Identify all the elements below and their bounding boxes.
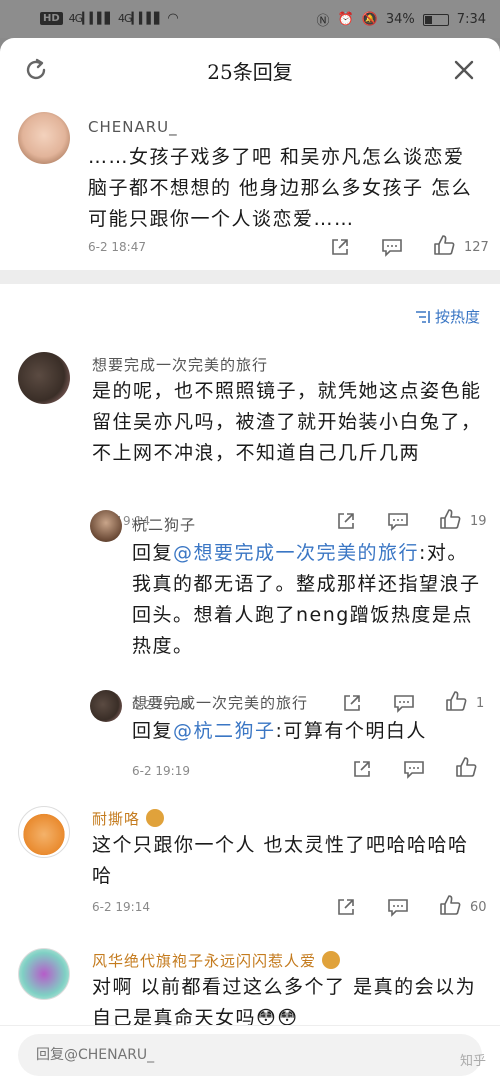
comment-text: ……女孩子戏多了吧 和吴亦凡怎么谈恋爱 脑子都不想想的 他身边那么多女孩子 怎么… [88, 146, 473, 230]
top-comment: CHENARU_ ……女孩子戏多了吧 和吴亦凡怎么谈恋爱 脑子都不想想的 他身边… [0, 100, 500, 270]
reply-button[interactable] [386, 896, 410, 918]
section-divider [0, 270, 500, 284]
mute-icon: 🔕 [361, 12, 378, 27]
thumbs-up-icon [440, 895, 461, 915]
sort-button[interactable]: 按热度 [415, 306, 480, 327]
comment-author[interactable]: 想要完成一次完美的旅行 [92, 354, 268, 375]
like-button[interactable] [432, 234, 456, 256]
crown-badge-icon [322, 951, 341, 969]
comment-author[interactable]: CHENARU_ [88, 118, 178, 136]
comment-author[interactable]: 杭二狗子 [132, 514, 196, 535]
mention-link[interactable]: @想要完成一次完美的旅行 [173, 542, 419, 564]
page-title: 25条回复 [207, 60, 293, 84]
reply-prefix: 回复 [132, 720, 174, 742]
wifi-icon: ◠ [167, 11, 179, 26]
sort-label: 按热度 [434, 308, 480, 326]
close-button[interactable] [448, 54, 480, 86]
close-icon [454, 60, 474, 80]
like-button[interactable] [438, 894, 462, 916]
thumbs-up-icon [456, 757, 477, 777]
avatar[interactable] [90, 510, 122, 542]
battery-fill [424, 15, 432, 24]
like-count: 60 [470, 900, 487, 915]
list-item: 想要完成一次完美的旅行 回复@杭二狗子:可算有个明白人 6-2 19:19 [0, 688, 500, 798]
avatar[interactable] [18, 352, 70, 404]
reply-bar: 知乎 [0, 1025, 500, 1083]
crown-badge-icon [146, 809, 165, 827]
author-name: 风华绝代旗袍子永远闪闪惹人爱 [92, 952, 317, 970]
comment-time: 6-2 19:14 [92, 900, 150, 914]
signal-icon: 4G▎▍▌▋ [68, 12, 113, 25]
nfc-icon: Ⓝ [316, 14, 330, 29]
status-left: HD 4G▎▍▌▋ 4G▎▍▌▋ ◠ [40, 11, 179, 26]
avatar[interactable] [90, 690, 122, 722]
avatar[interactable] [18, 112, 70, 164]
mention-link[interactable]: @杭二狗子 [173, 720, 276, 742]
share-button[interactable] [334, 896, 358, 918]
battery-icon [422, 13, 449, 26]
comment-time: 6-2 18:47 [88, 240, 146, 254]
reply-input[interactable] [18, 1034, 482, 1076]
reply-sheet: 25条回复 CHENARU_ ……女孩子戏多了吧 和吴亦凡怎么谈恋爱 脑子都不想… [0, 38, 500, 1083]
status-right: Ⓝ ⏰ 🔕 34% 7:34 [317, 10, 487, 29]
share-icon [354, 761, 370, 777]
author-name: 耐撕咯 [92, 810, 141, 828]
comment-time: 6-2 19:19 [132, 764, 190, 778]
status-bar: HD 4G▎▍▌▋ 4G▎▍▌▋ ◠ Ⓝ ⏰ 🔕 34% 7:34 [0, 0, 500, 38]
comment-icon [388, 899, 408, 917]
reply-prefix: 回复 [132, 542, 174, 564]
comment-icon [382, 239, 402, 257]
list-item: 耐撕咯 这个只跟你一个人 也太灵性了吧哈哈哈哈哈 6-2 19:14 60 [0, 798, 500, 938]
comment-icon [404, 761, 424, 779]
comment-text: 是的呢，也不照照镜子，就凭她这点姿色能留住吴亦凡吗，被渣了就开始装小白兔了，不上… [92, 380, 482, 464]
share-button[interactable] [350, 758, 374, 780]
list-item: 杭二狗子 回复@想要完成一次完美的旅行:对。我真的都无语了。整成那样还指望浪子回… [0, 508, 500, 713]
alarm-icon: ⏰ [337, 12, 354, 27]
thumbs-up-icon [434, 235, 455, 255]
sort-icon [415, 310, 430, 323]
share-icon [332, 239, 348, 255]
like-count: 127 [464, 240, 489, 255]
hd-badge: HD [40, 12, 63, 25]
reply-button[interactable] [380, 236, 404, 258]
share-button[interactable] [328, 236, 352, 258]
clock: 7:34 [456, 12, 486, 27]
comment-author[interactable]: 耐撕咯 [92, 808, 165, 829]
battery-percent: 34% [385, 12, 415, 27]
comment-text: 对啊 以前都看过这么多个了 是真的会以为自己是真命天女吗😳😳 [92, 976, 477, 1028]
avatar[interactable] [18, 948, 70, 1000]
avatar[interactable] [18, 806, 70, 858]
comment-text: 这个只跟你一个人 也太灵性了吧哈哈哈哈哈 [92, 834, 469, 887]
like-button[interactable] [454, 756, 478, 778]
list-item: 风华绝代旗袍子永远闪闪惹人爱 对啊 以前都看过这么多个了 是真的会以为自己是真命… [0, 938, 500, 1028]
comment-author[interactable]: 想要完成一次完美的旅行 [132, 692, 308, 713]
sheet-header: 25条回复 [0, 38, 500, 100]
share-icon [338, 899, 354, 915]
comment-text: :可算有个明白人 [275, 720, 427, 742]
reply-button[interactable] [402, 758, 426, 780]
zhihu-watermark: 知乎 [459, 1054, 486, 1069]
list-item: 想要完成一次完美的旅行 是的呢，也不照照镜子，就凭她这点姿色能留住吴亦凡吗，被渣… [0, 338, 500, 531]
signal-icon-2: 4G▎▍▌▋ [118, 12, 162, 25]
comment-author[interactable]: 风华绝代旗袍子永远闪闪惹人爱 [92, 950, 341, 971]
